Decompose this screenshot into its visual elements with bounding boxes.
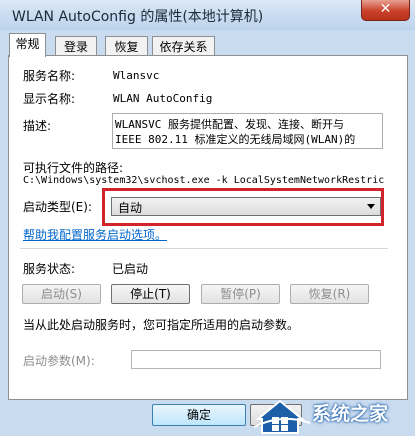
help-link[interactable]: 帮助我配置服务启动选项。 bbox=[23, 226, 167, 243]
ok-button[interactable]: 确定 bbox=[152, 404, 246, 426]
tab-dependencies[interactable]: 依存关系 bbox=[152, 36, 215, 57]
close-button[interactable]: ✕ bbox=[361, 0, 410, 21]
tab-logon[interactable]: 登录 bbox=[55, 36, 97, 57]
startup-type-value: 自动 bbox=[118, 201, 143, 215]
house-logo-icon bbox=[253, 399, 311, 434]
startup-type-select[interactable]: 自动 bbox=[111, 197, 381, 216]
watermark-text: 系统之家 bbox=[312, 403, 389, 425]
description-line-1: WLANSVC 服务提供配置、发现、连接、断开与 bbox=[115, 118, 344, 131]
tab-recovery[interactable]: 恢复 bbox=[105, 36, 148, 57]
watermark: 系统之家 bbox=[252, 393, 415, 436]
title-bar: WLAN AutoConfig 的属性(本地计算机) ✕ bbox=[0, 0, 415, 31]
window-title: WLAN AutoConfig 的属性(本地计算机) bbox=[12, 9, 264, 25]
chevron-down-icon bbox=[367, 204, 375, 209]
description-line-2: IEEE 802.11 标准定义的无线局域网(WLAN)的 bbox=[115, 133, 356, 146]
description-box[interactable]: WLANSVC 服务提供配置、发现、连接、断开与 IEEE 802.11 标准定… bbox=[112, 113, 383, 149]
tab-general[interactable]: 常规 bbox=[9, 33, 46, 57]
